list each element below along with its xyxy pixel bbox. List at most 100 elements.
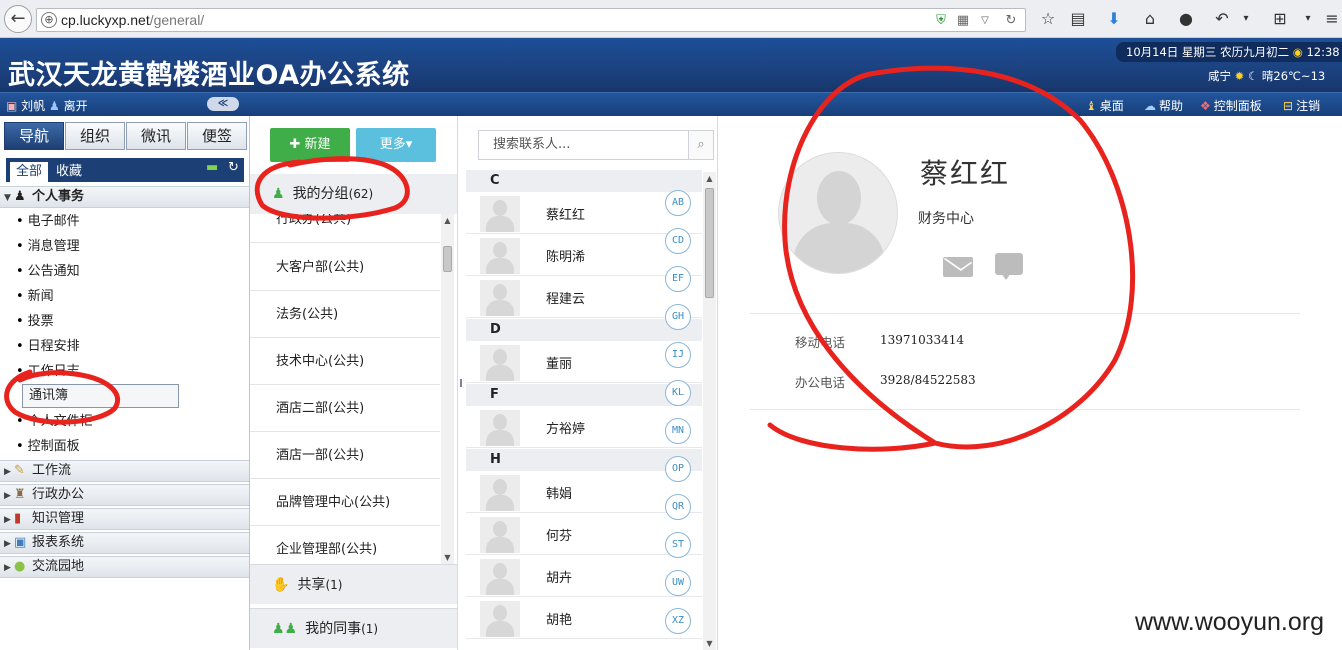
alpha-index-item[interactable]: UW xyxy=(665,570,691,596)
alpha-index-item[interactable]: MN xyxy=(665,418,691,444)
more-button[interactable]: 更多▾ xyxy=(356,128,436,162)
section-workflow[interactable]: ▶ ✎ 工作流 xyxy=(0,460,249,482)
group-item[interactable]: 企业管理部(公共) xyxy=(250,526,440,564)
group-item[interactable]: 技术中心(公共) xyxy=(250,338,440,385)
refresh-icon[interactable]: ↻ xyxy=(228,160,239,175)
contact-name: 董丽 xyxy=(546,357,573,372)
menu-icon[interactable]: ≡ xyxy=(1322,9,1342,29)
colleagues-header[interactable]: ♟♟ 我的同事(1) xyxy=(250,608,457,648)
contact-name: 何芬 xyxy=(546,529,573,544)
address-bar[interactable]: ⊕ cp.luckyxp.net/general/ ⛨ ▦ ▽ ↻ xyxy=(36,8,1026,32)
scroll-thumb[interactable] xyxy=(705,188,714,298)
user-status[interactable]: 离开 xyxy=(64,99,88,113)
group-item[interactable]: 行政办(公共) xyxy=(250,214,440,243)
nav-item-schedule[interactable]: 日程安排 xyxy=(16,339,80,355)
search-contacts-input[interactable]: 搜索联系人... xyxy=(478,130,688,160)
group-item[interactable]: 酒店一部(公共) xyxy=(250,432,440,479)
collapsed-icon: ▶ xyxy=(4,491,11,501)
user-avatar-icon: ▣ xyxy=(6,99,18,113)
scroll-down-icon[interactable]: ▼ xyxy=(703,639,716,648)
mail-icon[interactable] xyxy=(943,257,973,277)
nav-item-vote[interactable]: 投票 xyxy=(16,314,54,330)
group-scrollbar[interactable]: ▲ ▼ xyxy=(441,214,454,564)
nav-item-file-cabinet[interactable]: 个人文件柜 xyxy=(16,414,93,430)
desktop-link[interactable]: ♝ 桌面 xyxy=(1086,97,1124,114)
section-community[interactable]: ▶ ● 交流园地 xyxy=(0,556,249,578)
alpha-index-item[interactable]: XZ xyxy=(665,608,691,634)
search-icon[interactable]: ⌕ xyxy=(688,130,714,160)
group-item[interactable]: 法务(公共) xyxy=(250,291,440,338)
alpha-index-item[interactable]: KL xyxy=(665,380,691,406)
group-item[interactable]: 酒店二部(公共) xyxy=(250,385,440,432)
chat-icon[interactable]: ● xyxy=(1176,9,1196,29)
app-header: 武汉天龙黄鹤楼酒业OA办公系统 10月14日 星期三 农历九月初二 ◉ 12:3… xyxy=(0,38,1342,92)
section-report[interactable]: ▶ ▣ 报表系统 xyxy=(0,532,249,554)
letter-header: C xyxy=(466,170,702,192)
watermark: www.wooyun.org xyxy=(1135,608,1324,636)
group-item[interactable]: 大客户部(公共) xyxy=(250,244,440,291)
reload-icon[interactable]: ↻ xyxy=(1003,13,1019,29)
alpha-index-item[interactable]: GH xyxy=(665,304,691,330)
section-personal[interactable]: ▼ ♟ 个人事务 xyxy=(0,186,249,208)
undo-dropdown-icon[interactable]: ▾ xyxy=(1236,9,1256,29)
nav-item-control-panel[interactable]: 控制面板 xyxy=(16,439,80,455)
back-icon[interactable]: ← xyxy=(4,5,32,33)
star-icon[interactable]: ☆ xyxy=(1038,9,1058,29)
alpha-index-item[interactable]: IJ xyxy=(665,342,691,368)
nav-item-notices[interactable]: 公告通知 xyxy=(16,264,80,280)
scroll-up-icon[interactable]: ▲ xyxy=(703,174,716,183)
scroll-down-icon[interactable]: ▼ xyxy=(441,553,454,562)
left-navigation: 导航 组织 微讯 便签 全部 收藏 ▬ ↻ ▼♟个人事务 电子邮件 消息管理 公… xyxy=(0,116,250,650)
date-text: 10月14日 星期三 农历九月初二 xyxy=(1126,45,1290,59)
nav-item-email[interactable]: 电子邮件 xyxy=(16,214,80,230)
scroll-up-icon[interactable]: ▲ xyxy=(441,216,454,225)
tab-notes[interactable]: 便签 xyxy=(187,122,247,150)
collapse-sidebar-button[interactable]: ≪ xyxy=(207,97,239,111)
nav-item-messages[interactable]: 消息管理 xyxy=(16,239,80,255)
tab-organization[interactable]: 组织 xyxy=(65,122,125,150)
dropdown-icon[interactable]: ▽ xyxy=(977,13,993,29)
alpha-index-item[interactable]: AB xyxy=(665,190,691,216)
alpha-index-item[interactable]: CD xyxy=(665,228,691,254)
group-item[interactable]: 品牌管理中心(公共) xyxy=(250,479,440,526)
qr-icon[interactable]: ▦ xyxy=(955,13,971,29)
home-icon[interactable]: ⌂ xyxy=(1140,9,1160,29)
clock-icon: ◉ xyxy=(1292,45,1307,59)
control-panel-link[interactable]: ❖ 控制面板 xyxy=(1200,97,1262,114)
caret-down-icon: ▾ xyxy=(405,137,413,152)
alpha-index-item[interactable]: QR xyxy=(665,494,691,520)
user-name[interactable]: 刘帆 xyxy=(21,99,45,113)
tab-navigation[interactable]: 导航 xyxy=(4,122,64,150)
section-knowledge[interactable]: ▶ ▮ 知识管理 xyxy=(0,508,249,530)
weather-text: 晴26℃~13 xyxy=(1261,69,1326,83)
scroll-thumb[interactable] xyxy=(443,246,452,272)
undo-icon[interactable]: ↶ xyxy=(1212,9,1232,29)
report-icon: ▣ xyxy=(14,535,27,550)
subtab-all[interactable]: 全部 xyxy=(10,162,49,182)
nav-item-news[interactable]: 新闻 xyxy=(16,289,54,305)
nav-item-contacts[interactable]: 通讯簿 xyxy=(22,384,179,408)
contact-detail-name: 蔡红红 xyxy=(920,157,1011,190)
new-button[interactable]: ✚ 新建 xyxy=(270,128,350,162)
shield-icon[interactable]: ⛨ xyxy=(933,13,949,29)
splitter-handle[interactable]: ‖ xyxy=(458,116,466,650)
section-admin[interactable]: ▶ ♜ 行政办公 xyxy=(0,484,249,506)
help-link[interactable]: ☁ 帮助 xyxy=(1144,97,1183,114)
crop-dropdown-icon[interactable]: ▾ xyxy=(1298,9,1318,29)
contact-scrollbar[interactable]: ▲ ▼ xyxy=(703,172,716,650)
alpha-index-item[interactable]: EF xyxy=(665,266,691,292)
nav-item-worklog[interactable]: 工作日志 xyxy=(16,364,80,380)
reader-icon[interactable]: ▤ xyxy=(1068,9,1088,29)
tab-messages[interactable]: 微讯 xyxy=(126,122,186,150)
minimize-icon[interactable]: ▬ xyxy=(206,160,218,175)
download-icon[interactable]: ⬇ xyxy=(1104,9,1124,29)
my-groups-header[interactable]: ♟ 我的分组(62) xyxy=(250,174,457,214)
alpha-index-item[interactable]: ST xyxy=(665,532,691,558)
alpha-index-item[interactable]: OP xyxy=(665,456,691,482)
crop-icon[interactable]: ⊞ xyxy=(1270,9,1290,29)
shared-header[interactable]: ✋ 共享(1) xyxy=(250,564,457,604)
message-icon[interactable] xyxy=(995,253,1023,280)
subtab-favorites[interactable]: 收藏 xyxy=(50,162,88,182)
logout-link[interactable]: ⊟ 注销 xyxy=(1283,97,1320,114)
mobile-value: 13971033414 xyxy=(880,333,964,347)
